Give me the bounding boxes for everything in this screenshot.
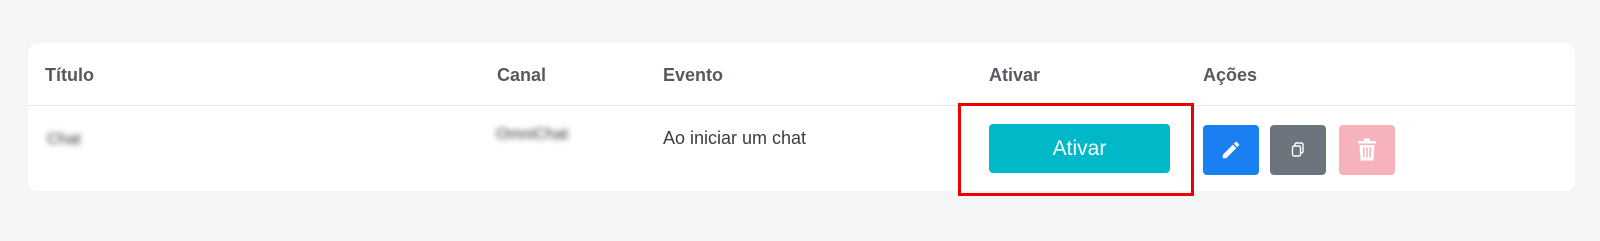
row-canal-cell: OmniChat xyxy=(496,126,569,143)
ativar-button[interactable]: Ativar xyxy=(989,124,1170,173)
column-header-titulo: Título xyxy=(45,65,94,85)
table-header-row xyxy=(28,43,1575,106)
column-header-ativar: Ativar xyxy=(989,65,1041,85)
row-evento-cell: Ao iniciar um chat xyxy=(663,128,807,148)
pencil-icon xyxy=(1222,141,1240,159)
duplicate-button[interactable] xyxy=(1270,125,1326,175)
edit-button[interactable] xyxy=(1203,125,1259,175)
column-header-evento: Evento xyxy=(663,65,724,85)
delete-button[interactable] xyxy=(1339,125,1395,175)
column-header-acoes: Ações xyxy=(1203,65,1258,85)
trash-icon xyxy=(1358,138,1376,161)
copy-icon xyxy=(1291,142,1304,157)
column-header-canal: Canal xyxy=(497,65,547,85)
row-titulo-cell: Chat xyxy=(47,131,81,148)
